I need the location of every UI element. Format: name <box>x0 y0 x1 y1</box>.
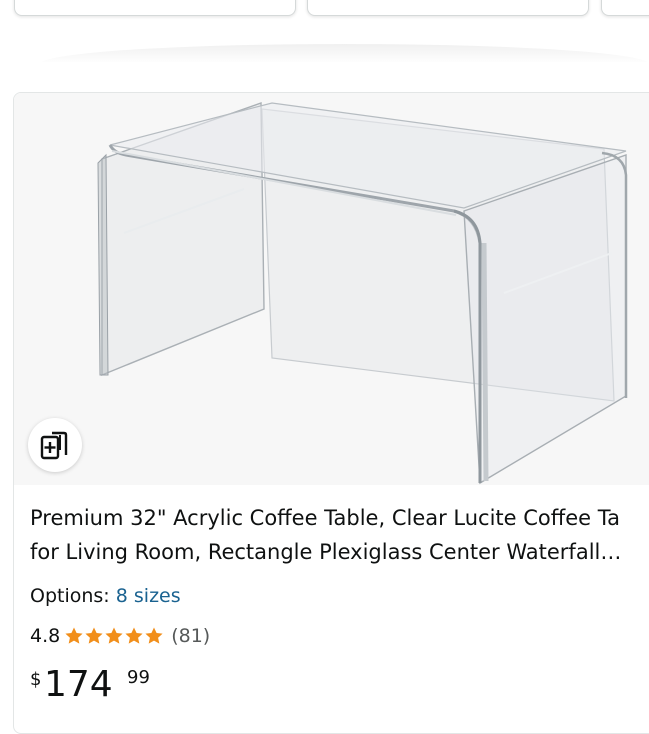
previous-card[interactable] <box>14 0 296 16</box>
compare-button[interactable] <box>28 418 82 472</box>
star-icon <box>145 627 163 644</box>
options-sizes-link[interactable]: 8 sizes <box>116 585 181 607</box>
options-label: Options: <box>30 585 110 607</box>
star-icon <box>125 627 143 644</box>
product-title-line[interactable]: for Living Room, Rectangle Plexiglass Ce… <box>30 535 649 569</box>
price-fraction: 99 <box>127 667 150 688</box>
star-icon <box>105 627 123 644</box>
previous-card[interactable] <box>307 0 589 16</box>
star-icon <box>85 627 103 644</box>
previous-card[interactable] <box>601 0 649 16</box>
price-whole: 174 <box>44 664 113 705</box>
rating-row[interactable]: 4.8 (81) <box>30 625 210 647</box>
star-rating[interactable] <box>64 626 164 646</box>
price-symbol: $ <box>30 669 42 690</box>
previous-cards-strip <box>0 0 649 62</box>
product-image[interactable] <box>14 93 649 485</box>
rating-count-link[interactable]: (81) <box>171 625 210 647</box>
product-card[interactable]: Premium 32" Acrylic Coffee Table, Clear … <box>13 92 649 734</box>
product-image-area[interactable] <box>14 93 649 485</box>
product-title[interactable]: Premium 32" Acrylic Coffee Table, Clear … <box>30 501 649 569</box>
product-title-line[interactable]: Premium 32" Acrylic Coffee Table, Clear … <box>30 501 649 535</box>
options-row: Options: 8 sizes <box>30 585 181 607</box>
star-icon <box>65 627 83 644</box>
compare-cards-icon <box>40 431 68 460</box>
rating-value: 4.8 <box>30 625 61 647</box>
section-divider-shadow <box>40 44 649 62</box>
